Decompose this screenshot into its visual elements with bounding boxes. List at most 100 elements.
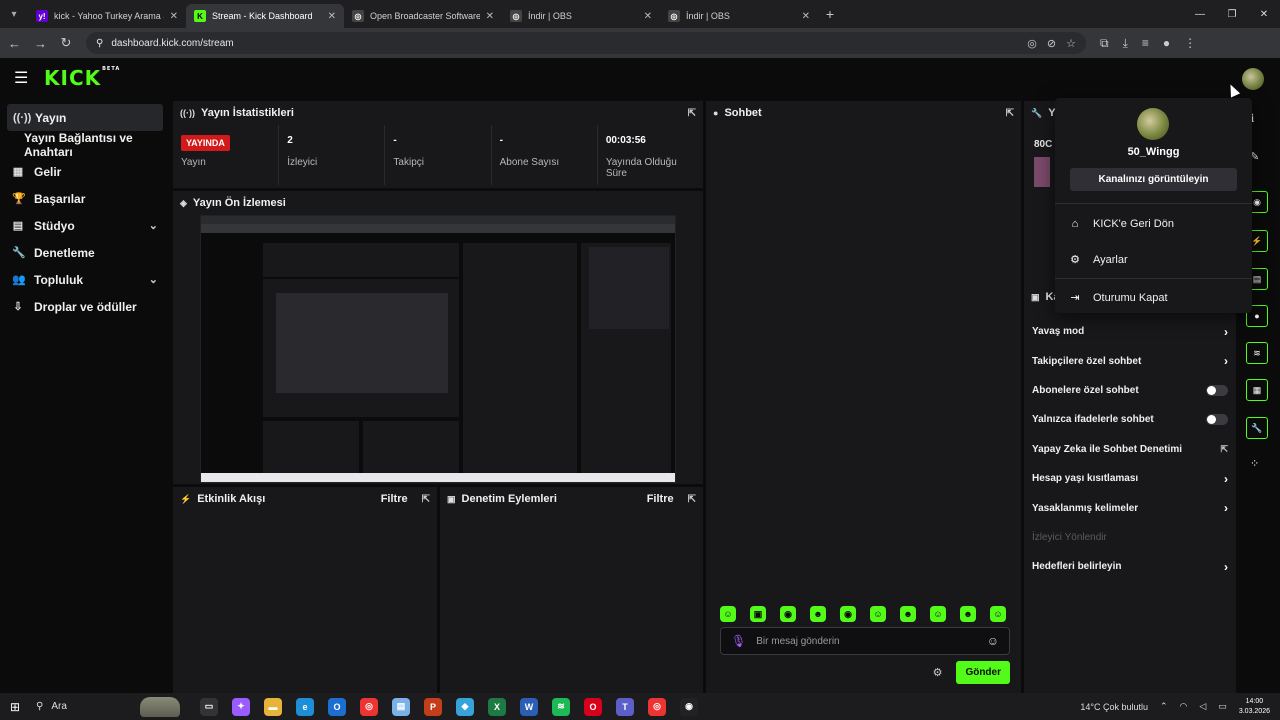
playlist-icon[interactable]: ≡	[1142, 36, 1149, 50]
user-menu-item[interactable]: ⌂ KICK'e Geri Dön	[1069, 218, 1174, 230]
chat-setting-row[interactable]: Abonelere özel sohbet	[1024, 376, 1236, 405]
sidebar-item[interactable]: Yayın Bağlantısı ve Anahtarı	[0, 131, 170, 159]
forward-icon[interactable]: →	[34, 36, 47, 51]
maximize-button[interactable]: ❐	[1216, 0, 1248, 28]
chat-setting-row[interactable]: Hedefleri belirleyin ›	[1024, 552, 1236, 581]
site-info-icon[interactable]: ⚲	[96, 38, 103, 49]
emote-icon[interactable]: ☻	[900, 606, 916, 622]
sidebar-item[interactable]: ⇩ Droplar ve ödüller	[0, 293, 170, 320]
chat-settings-icon[interactable]: ⚙	[933, 666, 943, 679]
user-avatar-button[interactable]	[1242, 68, 1264, 90]
chat-setting-row[interactable]: Hesap yaşı kısıtlaması ›	[1024, 464, 1236, 493]
tab-list-button[interactable]: ▾	[0, 0, 28, 28]
emote-icon[interactable]: ☺	[870, 606, 886, 622]
filter-button[interactable]: Filtre	[647, 493, 674, 505]
sidebar-item[interactable]: 👥 Topluluk ⌄	[0, 266, 170, 293]
chevron-down-icon[interactable]: ⌄	[149, 219, 158, 232]
chat-message-input[interactable]: 🎙 Bir mesaj gönderin ☺	[720, 627, 1010, 655]
emote-icon[interactable]: ☺	[930, 606, 946, 622]
toggle-switch[interactable]	[1206, 384, 1228, 396]
widgets-icon[interactable]: ⁘	[1250, 457, 1259, 470]
chevron-right-icon[interactable]: ›	[1224, 325, 1228, 339]
user-menu-item[interactable]: ⇥ Oturumu Kapat	[1069, 291, 1167, 305]
volume-icon[interactable]: ◁	[1199, 701, 1206, 712]
bookmark-star-icon[interactable]: ☆	[1066, 37, 1076, 50]
powerpoint-icon[interactable]: P	[424, 697, 442, 716]
copilot-icon[interactable]: ✦	[232, 697, 250, 716]
chat-setting-row[interactable]: Yapay Zeka ile Sohbet Denetimi ⇱	[1024, 435, 1236, 464]
hamburger-menu-icon[interactable]: ☰	[14, 68, 30, 88]
mic-icon[interactable]: 🎙	[731, 634, 746, 648]
chevron-right-icon[interactable]: ›	[1224, 501, 1228, 515]
task-view-icon[interactable]: ▭	[200, 697, 218, 716]
emote-icon[interactable]: ◉	[840, 606, 856, 622]
outlook-icon[interactable]: O	[328, 697, 346, 716]
chevron-right-icon[interactable]: ›	[1224, 560, 1228, 574]
kick-logo[interactable]: KICKBETA	[44, 66, 120, 90]
back-icon[interactable]: ←	[8, 36, 21, 51]
tab-close-icon[interactable]: ✕	[486, 11, 494, 22]
chat-setting-row[interactable]: Yasaklanmış kelimeler ›	[1024, 493, 1236, 522]
emoji-picker-icon[interactable]: ☺	[987, 634, 999, 648]
windows-start-icon[interactable]: ⊞	[0, 700, 30, 714]
chrome-icon-2[interactable]: ◎	[648, 697, 666, 716]
stream-preview-video[interactable]	[200, 215, 676, 483]
browser-tab[interactable]: ◎ İndir | OBS ✕	[660, 4, 818, 28]
excel-icon[interactable]: X	[488, 697, 506, 716]
teams-icon[interactable]: T	[616, 697, 634, 716]
sidebar-item[interactable]: ▤ Stüdyo ⌄	[0, 212, 170, 239]
chat-setting-row[interactable]: Takipçilere özel sohbet ›	[1024, 346, 1236, 375]
minimize-button[interactable]: —	[1184, 0, 1216, 28]
layout-icon[interactable]: ▦	[1246, 379, 1268, 401]
chat-setting-row[interactable]: Yavaş mod ›	[1024, 317, 1236, 346]
opera-icon[interactable]: O	[584, 697, 602, 716]
user-menu-item[interactable]: ⚙ Ayarlar	[1069, 253, 1128, 267]
url-field[interactable]: ⚲ dashboard.kick.com/stream ◎ ⊘ ☆	[86, 32, 1086, 54]
spotify-icon[interactable]: ≋	[552, 697, 570, 716]
sidebar-item[interactable]: ▦ Gelir	[0, 158, 170, 185]
edge-icon[interactable]: e	[296, 697, 314, 716]
extensions-icon[interactable]: ⧉	[1100, 36, 1109, 51]
emote-icon[interactable]: ☺	[720, 606, 736, 622]
new-tab-button[interactable]: +	[818, 6, 842, 22]
more-menu-icon[interactable]: ⋮	[1184, 36, 1196, 50]
emote-icon[interactable]: ☻	[810, 606, 826, 622]
profile-icon[interactable]: ●	[1163, 36, 1170, 50]
notepad-icon[interactable]: ▤	[392, 697, 410, 716]
view-channel-button[interactable]: Kanalınızı görüntüleyin	[1070, 168, 1237, 191]
tab-close-icon[interactable]: ✕	[644, 11, 652, 22]
browser-tab[interactable]: y! kick - Yahoo Turkey Arama Son ✕	[28, 4, 186, 28]
chat-setting-row[interactable]: Yalnızca ifadelerle sohbet	[1024, 405, 1236, 434]
sidebar-item[interactable]: 🏆 Başarılar	[0, 185, 170, 212]
toggle-switch[interactable]	[1206, 414, 1228, 426]
taskbar-search[interactable]: ⚲ Ara	[30, 696, 180, 717]
close-window-button[interactable]: ✕	[1248, 0, 1280, 28]
popout-icon[interactable]: ⇱	[422, 494, 430, 505]
browser-tab[interactable]: ◎ İndir | OBS ✕	[502, 4, 660, 28]
filter-button[interactable]: Filtre	[381, 493, 408, 505]
obs-icon[interactable]: ◉	[680, 697, 698, 716]
popout-icon[interactable]: ⇱	[688, 108, 696, 119]
chrome-icon[interactable]: ◎	[360, 697, 378, 716]
emote-icon[interactable]: ☺	[990, 606, 1006, 622]
emote-icon[interactable]: ☻	[960, 606, 976, 622]
eye-off-icon[interactable]: ⊘	[1047, 37, 1056, 50]
broadcast-icon[interactable]: ≋	[1246, 342, 1268, 364]
sidebar-item[interactable]: 🔧 Denetleme	[0, 239, 170, 266]
popout-icon[interactable]: ⇱	[1006, 108, 1014, 119]
store-icon[interactable]: ◆	[456, 697, 474, 716]
chevron-right-icon[interactable]: ›	[1224, 354, 1228, 368]
network-icon[interactable]: ◠	[1180, 701, 1188, 712]
reload-icon[interactable]: ↻	[60, 35, 72, 51]
battery-icon[interactable]: ▭	[1218, 701, 1227, 712]
tray-chevron-icon[interactable]: ⌃	[1160, 701, 1168, 712]
emote-icon[interactable]: ▣	[750, 606, 766, 622]
browser-tab[interactable]: ◎ Open Broadcaster Software | O ✕	[344, 4, 502, 28]
weather-text[interactable]: 14°C Çok bulutlu	[1080, 702, 1148, 712]
tab-close-icon[interactable]: ✕	[802, 11, 810, 22]
chevron-right-icon[interactable]: ›	[1224, 472, 1228, 486]
send-button[interactable]: Gönder	[956, 661, 1010, 684]
word-icon[interactable]: W	[520, 697, 538, 716]
tab-close-icon[interactable]: ✕	[328, 11, 336, 22]
external-link-icon[interactable]: ⇱	[1220, 444, 1228, 455]
